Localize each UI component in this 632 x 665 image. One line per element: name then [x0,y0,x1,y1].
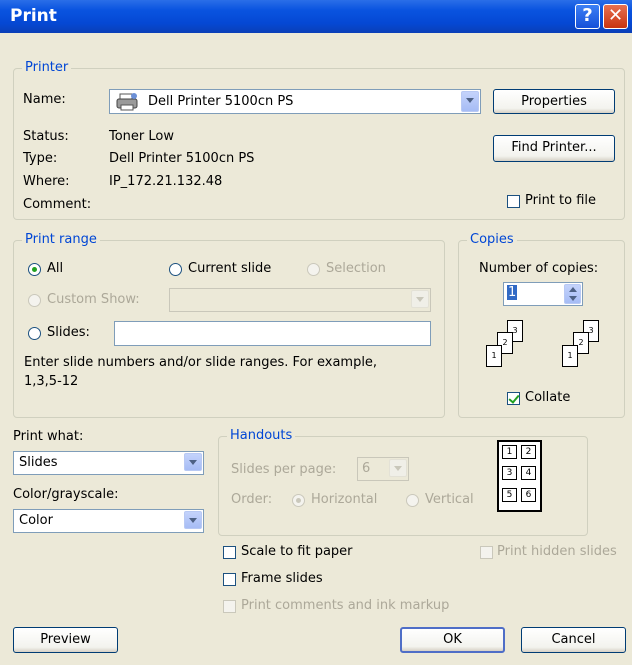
current-slide-label: Current slide [188,261,272,276]
chevron-down-icon[interactable] [461,91,479,112]
handouts-legend: Handouts [227,428,296,443]
print-to-file-checkbox[interactable] [507,195,520,208]
collate-page-icon: 1 [562,345,578,367]
handout-slide-icon: 2 [521,445,536,459]
slides-per-page-select: 6 [357,457,409,481]
print-hidden-slides-checkbox [480,546,493,559]
where-value: IP_172.21.132.48 [109,174,223,189]
spinner-arrows-icon[interactable] [564,284,581,304]
slides-label: Slides: [47,325,90,340]
preview-button[interactable]: Preview [13,627,118,653]
collate-label: Collate [525,390,571,405]
printer-name-select[interactable]: Dell Printer 5100cn PS [109,89,481,114]
color-label: Color/grayscale: [13,487,119,502]
number-of-copies-label: Number of copies: [479,261,599,276]
color-select[interactable]: Color [13,509,204,533]
copies-legend: Copies [467,232,517,247]
collate-checkbox[interactable] [507,392,520,405]
chevron-down-icon [411,290,429,308]
order-label: Order: [231,492,273,507]
type-label: Type: [23,151,58,166]
selection-label: Selection [326,261,386,276]
color-value: Color [19,513,53,528]
handout-slide-icon: 5 [502,488,517,502]
slides-per-page-label: Slides per page: [231,462,337,477]
chevron-down-icon[interactable] [184,511,202,529]
chevron-down-icon[interactable] [184,453,202,471]
all-radio[interactable] [28,263,41,276]
horizontal-radio [292,494,305,507]
where-label: Where: [23,174,70,189]
properties-button[interactable]: Properties [493,89,615,114]
all-label: All [47,261,64,276]
frame-slides-checkbox[interactable] [223,573,236,586]
vertical-radio [406,494,419,507]
radio-dot-icon [296,498,301,503]
print-what-select[interactable]: Slides [13,451,204,475]
ok-button[interactable]: OK [400,627,505,653]
type-value: Dell Printer 5100cn PS [109,151,255,166]
status-value: Toner Low [109,129,174,144]
slides-help-line2: 1,3,5-12 [24,374,79,389]
printer-legend: Printer [22,60,72,75]
custom-show-select [169,288,431,312]
slides-help-line1: Enter slide numbers and/or slide ranges.… [24,355,378,370]
print-dialog: Print ? ✕ Printer Name: Dell Printer 510… [0,0,632,665]
status-label: Status: [23,129,69,144]
print-hidden-slides-label: Print hidden slides [497,544,617,559]
window-title: Print [10,6,57,26]
current-slide-radio[interactable] [169,263,182,276]
horizontal-label: Horizontal [311,492,378,507]
printer-name-value: Dell Printer 5100cn PS [148,94,294,109]
print-to-file-label: Print to file [525,193,597,208]
copies-value: 1 [507,285,518,300]
close-icon[interactable]: ✕ [603,4,628,29]
scale-to-fit-checkbox[interactable] [223,546,236,559]
arrow-down-icon[interactable] [569,296,577,301]
slides-per-page-value: 6 [362,461,371,476]
handout-slide-icon: 1 [502,445,517,459]
collate-page-icon: 1 [486,345,502,367]
arrow-up-icon[interactable] [569,287,577,292]
comment-label: Comment: [23,197,92,212]
vertical-label: Vertical [425,492,474,507]
slides-radio[interactable] [28,327,41,340]
help-icon[interactable]: ? [575,4,600,29]
cancel-button[interactable]: Cancel [521,627,626,653]
slides-input[interactable] [114,321,431,346]
printer-icon [116,92,140,116]
custom-show-radio [28,294,41,307]
custom-show-label: Custom Show: [47,292,140,307]
copies-spinner[interactable]: 1 [503,282,583,306]
print-what-label: Print what: [13,429,84,444]
handout-slide-icon: 6 [521,488,536,502]
print-comments-label: Print comments and ink markup [241,598,450,613]
scale-to-fit-label: Scale to fit paper [241,544,353,559]
print-comments-checkbox [223,600,236,613]
handout-slide-icon: 4 [521,466,536,480]
handout-slide-icon: 3 [502,466,517,480]
find-printer-button[interactable]: Find Printer... [493,135,615,162]
chevron-down-icon [389,459,407,477]
handout-preview: 1 2 3 4 5 6 [497,440,542,512]
frame-slides-label: Frame slides [241,571,323,586]
title-bar[interactable]: Print ? ✕ [0,0,632,33]
print-what-value: Slides [19,455,58,470]
selection-radio [307,263,320,276]
print-range-legend: Print range [22,232,100,247]
printer-name-label: Name: [23,92,66,107]
